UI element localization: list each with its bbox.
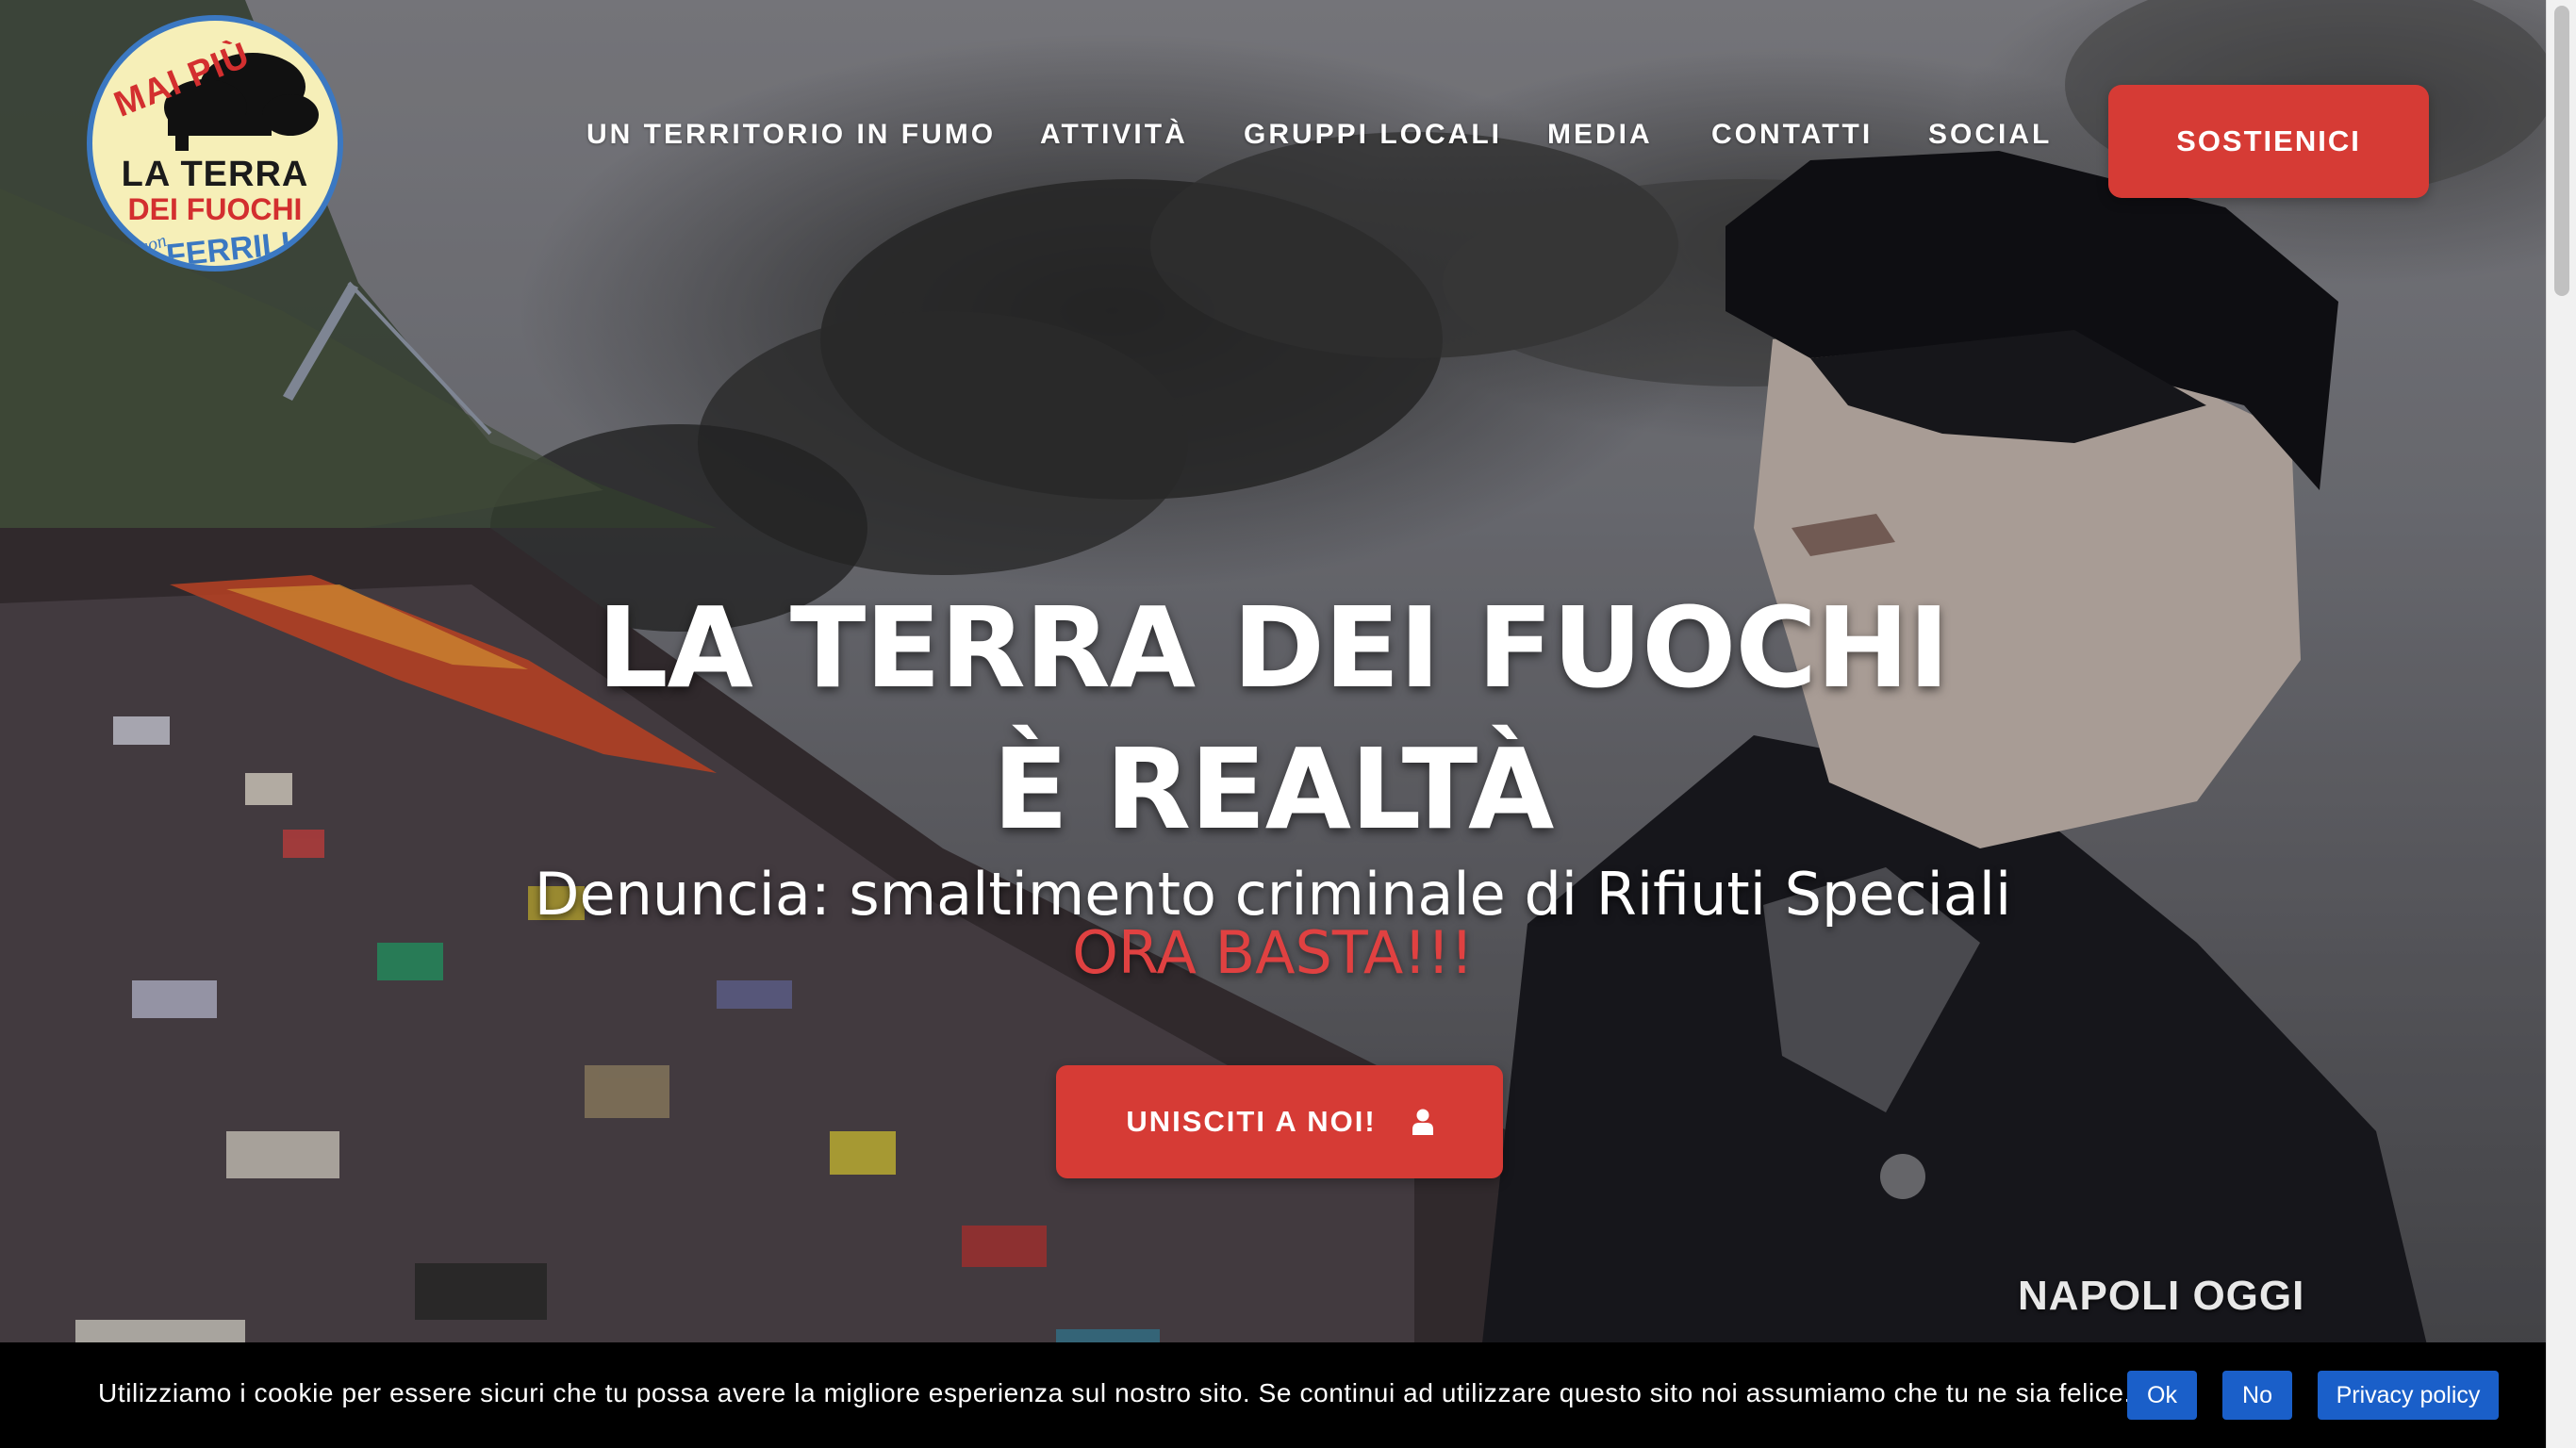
join-us-label: UNISCITI A NOI!: [1126, 1105, 1377, 1138]
cookie-ok-button[interactable]: Ok: [2127, 1371, 2197, 1420]
nav-media[interactable]: MEDIA: [1547, 119, 1653, 151]
user-icon: [1412, 1109, 1433, 1135]
nav-contatti[interactable]: CONTATTI: [1711, 119, 1873, 151]
privacy-policy-button[interactable]: Privacy policy: [2318, 1371, 2499, 1420]
cookie-message: Utilizziamo i cookie per essere sicuri c…: [98, 1378, 2132, 1407]
cookie-no-button[interactable]: No: [2222, 1371, 2292, 1420]
sostienici-button[interactable]: SOSTIENICI: [2108, 85, 2429, 198]
cookie-consent-bar: Utilizziamo i cookie per essere sicuri c…: [0, 1342, 2546, 1448]
hero-title-line-1: LA TERRA DEI FUOCHI: [597, 583, 1949, 713]
nav-social[interactable]: SOCIAL: [1928, 119, 2052, 151]
hero-subtitle-highlight: ORA BASTA!!!: [1072, 918, 1474, 987]
join-us-button[interactable]: UNISCITI A NOI!: [1056, 1065, 1503, 1178]
nav-gruppi-locali[interactable]: GRUPPI LOCALI: [1244, 119, 1502, 151]
site-logo[interactable]: MAI PIÙ LA TERRA DEI FUOCHI con FERRILLO: [87, 15, 343, 272]
scrollbar-thumb[interactable]: [2554, 6, 2569, 296]
hero-title-line-2: È REALTÀ: [992, 724, 1555, 854]
video-watermark: NAPOLI OGGI: [2018, 1273, 2305, 1319]
hero-title: LA TERRA DEI FUOCHI È REALTÀ: [0, 577, 2546, 860]
logo-line-2: DEI FUOCHI: [127, 192, 303, 226]
nav-attivita[interactable]: ATTIVITÀ: [1040, 119, 1188, 151]
page-scrollbar[interactable]: [2546, 0, 2576, 1448]
nav-un-territorio-in-fumo[interactable]: UN TERRITORIO IN FUMO: [586, 119, 996, 151]
logo-line-1: LA TERRA: [121, 155, 309, 194]
